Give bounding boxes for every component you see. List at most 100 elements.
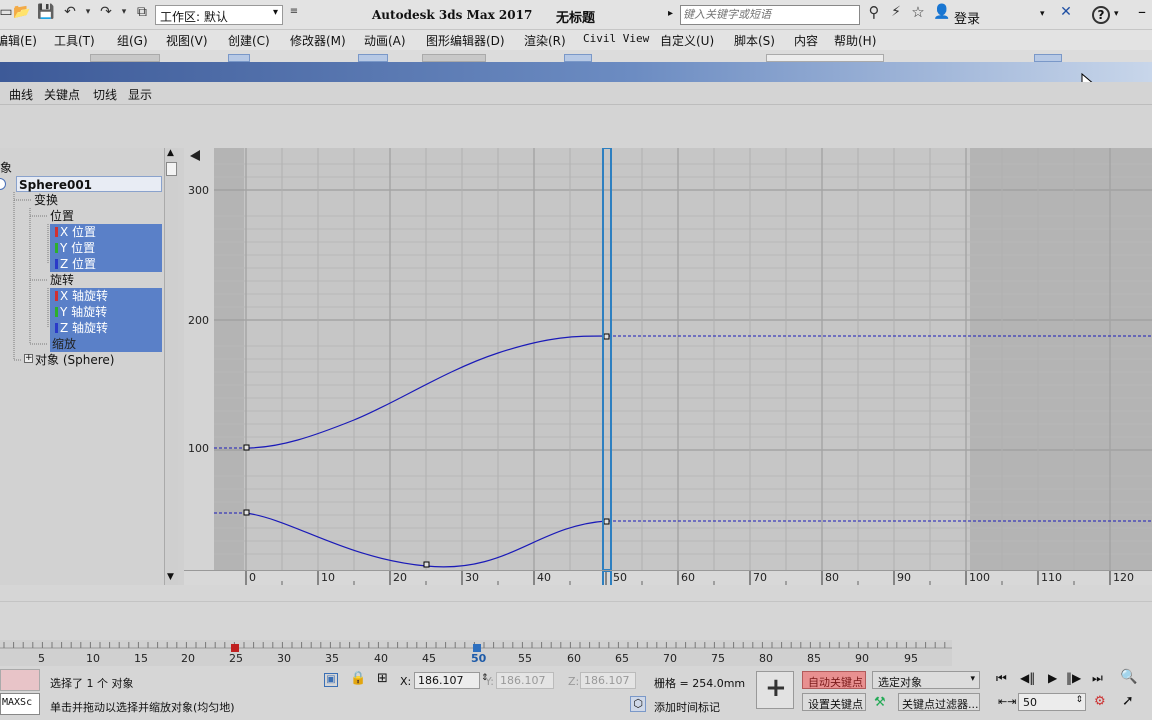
- tree-item-position[interactable]: 位置: [50, 208, 74, 224]
- undo-icon[interactable]: ↶: [60, 2, 80, 22]
- chevron-down-icon[interactable]: ▾: [1114, 9, 1119, 19]
- frame-ruler[interactable]: 0 10 20 30 40 50 60 70 80 90 100 110 120: [184, 570, 1152, 586]
- key-mode-dropdown[interactable]: 选定对象 ▾: [872, 671, 980, 689]
- curve-editor-title-bar[interactable]: [0, 62, 1152, 99]
- x-tick-label: 80: [825, 571, 839, 584]
- tree-item-sphere001[interactable]: Sphere001: [16, 176, 162, 192]
- menu-modifiers[interactable]: 修改器(M): [290, 32, 346, 49]
- key-mode-toggle-icon[interactable]: ⇤⇥: [998, 695, 1016, 708]
- timeline-tick-label: 40: [374, 652, 388, 665]
- tree-item-z-position[interactable]: Z 位置: [60, 256, 97, 272]
- menu-graph-editors[interactable]: 图形编辑器(D): [426, 32, 505, 49]
- play-icon[interactable]: ▶: [1048, 671, 1057, 685]
- toolbar-button[interactable]: [564, 54, 592, 62]
- selection-filter-dropdown[interactable]: [90, 54, 160, 62]
- scroll-up-icon[interactable]: ▲: [167, 148, 174, 158]
- project-folder-icon[interactable]: ⧉: [132, 2, 152, 22]
- communication-center-icon[interactable]: ⚡: [886, 2, 906, 22]
- named-selection-set-dropdown[interactable]: [766, 54, 884, 62]
- tree-item-scale[interactable]: 缩放: [50, 336, 79, 352]
- workspace-label: 工作区: 默认: [160, 10, 228, 24]
- exchange-apps-icon[interactable]: ✕: [1056, 2, 1076, 22]
- toolbar-button[interactable]: [1034, 54, 1062, 62]
- redo-icon[interactable]: ↷: [96, 2, 116, 22]
- menu-tools[interactable]: 工具(T): [54, 32, 95, 49]
- controller-window[interactable]: 象 Sphere001 变换 位置 X 位置 Y 位置 Z 位置 旋转 X 轴旋…: [0, 148, 164, 585]
- login-link[interactable]: 登录: [954, 8, 980, 27]
- scroll-down-icon[interactable]: ▼: [167, 572, 174, 582]
- menu-civil-view[interactable]: Civil View: [583, 32, 649, 45]
- maxscript-listener-top[interactable]: [0, 669, 40, 691]
- menu-scripting[interactable]: 脚本(S): [734, 32, 775, 49]
- time-tag-icon[interactable]: ⬡: [630, 696, 646, 712]
- tree-item-z-rotation[interactable]: Z 轴旋转: [60, 320, 109, 336]
- y-axis-color-icon: [55, 243, 58, 253]
- add-time-tag[interactable]: 添加时间标记: [654, 699, 720, 715]
- expand-plus-icon[interactable]: +: [24, 354, 33, 363]
- selection-lock-icon[interactable]: 🔒: [350, 671, 366, 686]
- tree-item-x-rotation[interactable]: X 轴旋转: [60, 288, 109, 304]
- minimize-icon[interactable]: –: [1138, 2, 1146, 21]
- tree-item-object-sphere[interactable]: 对象 (Sphere): [35, 352, 114, 368]
- curve-graph-canvas[interactable]: [184, 148, 1152, 570]
- maxscript-listener-input[interactable]: MAXSc: [0, 693, 40, 715]
- z-coordinate-field[interactable]: 186.107: [580, 672, 636, 689]
- help-icon[interactable]: ?: [1092, 6, 1110, 24]
- menu-edit[interactable]: 编辑(E): [0, 32, 37, 49]
- x-coordinate-field[interactable]: 186.107: [414, 672, 480, 689]
- tree-item-x-position[interactable]: X 位置: [60, 224, 97, 240]
- curve-graph[interactable]: 300 200 100: [184, 148, 1152, 570]
- previous-frame-icon[interactable]: ◀‖: [1020, 671, 1035, 685]
- menu-customize[interactable]: 自定义(U): [660, 32, 714, 49]
- scrollbar-thumb[interactable]: [166, 162, 177, 176]
- tree-item-y-position[interactable]: Y 位置: [60, 240, 96, 256]
- tree-item-y-rotation[interactable]: Y 轴旋转: [60, 304, 108, 320]
- time-configuration-icon[interactable]: ⚙: [1094, 694, 1106, 709]
- user-icon[interactable]: 👤: [932, 2, 952, 22]
- controller-scrollbar[interactable]: ▲ ▼: [164, 148, 178, 585]
- menu-content[interactable]: 内容: [794, 32, 818, 49]
- set-key-button[interactable]: 设置关键点: [802, 693, 866, 711]
- orbit-icon[interactable]: ➚: [1122, 693, 1134, 709]
- chevron-right-icon[interactable]: ▸: [668, 8, 673, 19]
- chevron-down-icon[interactable]: ▾: [1040, 9, 1045, 19]
- workspace-dropdown[interactable]: 工作区: 默认 ▾: [155, 5, 283, 25]
- search-input[interactable]: [680, 5, 860, 25]
- set-keys-button[interactable]: +: [756, 671, 794, 709]
- go-to-start-icon[interactable]: ⏮: [996, 671, 1007, 686]
- isolate-selection-icon[interactable]: ▣: [324, 673, 338, 687]
- absolute-mode-icon[interactable]: ⊞: [377, 671, 388, 686]
- tree-item-rotation[interactable]: 旋转: [50, 272, 74, 288]
- y-coordinate-field[interactable]: 186.107: [496, 672, 554, 689]
- zoom-icon[interactable]: 🔍: [1120, 669, 1137, 685]
- toolbar-button[interactable]: [228, 54, 250, 62]
- menu-curves[interactable]: 曲线: [9, 86, 33, 103]
- menu-animation[interactable]: 动画(A): [364, 32, 406, 49]
- binoculars-icon[interactable]: ⚲: [864, 2, 884, 22]
- menu-keys[interactable]: 关键点: [44, 86, 80, 103]
- key-filter-icon[interactable]: ⚒: [874, 695, 886, 710]
- go-to-end-icon[interactable]: ⏭: [1092, 671, 1103, 686]
- favorites-star-icon[interactable]: ☆: [908, 2, 928, 22]
- next-frame-icon[interactable]: ‖▶: [1066, 671, 1081, 685]
- workspace-menu-icon[interactable]: ≡: [284, 2, 304, 22]
- menu-show[interactable]: 显示: [128, 86, 152, 103]
- search-field[interactable]: [683, 7, 855, 23]
- save-icon[interactable]: 💾: [36, 2, 56, 22]
- undo-dropdown-icon[interactable]: ▾: [78, 2, 98, 22]
- menu-tangents[interactable]: 切线: [93, 86, 117, 103]
- toolbar-button[interactable]: [358, 54, 388, 62]
- menu-group[interactable]: 组(G): [117, 32, 148, 49]
- open-file-icon[interactable]: 📂: [12, 2, 32, 22]
- redo-dropdown-icon[interactable]: ▾: [114, 2, 134, 22]
- auto-key-button[interactable]: 自动关键点: [802, 671, 866, 689]
- current-frame-field[interactable]: 50 ⇕: [1018, 693, 1086, 711]
- reference-coord-dropdown[interactable]: [422, 54, 486, 62]
- menu-create[interactable]: 创建(C): [228, 32, 270, 49]
- track-bar[interactable]: 5 10 15 20 25 30 35 40 45 50 55 60 65 70…: [0, 640, 952, 666]
- menu-rendering[interactable]: 渲染(R): [524, 32, 566, 49]
- menu-help[interactable]: 帮助(H): [834, 32, 876, 49]
- menu-views[interactable]: 视图(V): [166, 32, 208, 49]
- key-filters-button[interactable]: 关键点过滤器...: [898, 693, 980, 711]
- tree-item-transform[interactable]: 变换: [34, 192, 58, 208]
